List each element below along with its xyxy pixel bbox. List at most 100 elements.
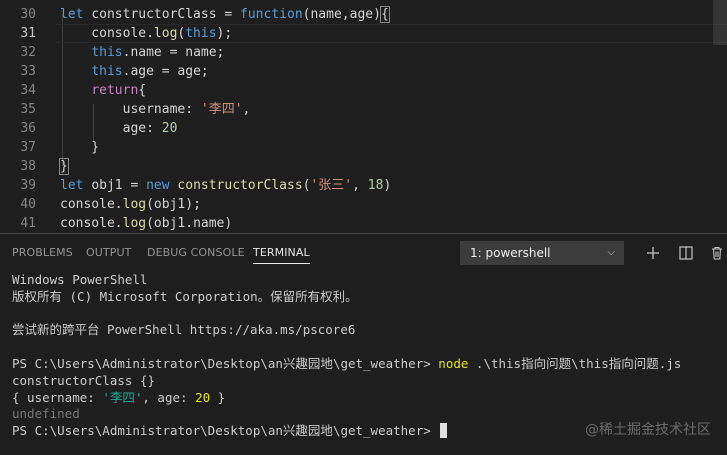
terminal-text: , age: bbox=[142, 389, 196, 405]
line-number: 39 bbox=[20, 178, 36, 193]
code-token: constructorClass bbox=[177, 178, 303, 193]
code-line[interactable]: 30 let constructorClass = function(name,a… bbox=[0, 5, 727, 24]
bracket-match: { bbox=[379, 6, 390, 23]
code-line[interactable]: 39 let obj1 = new constructorClass('张三', … bbox=[0, 176, 727, 195]
editor-scrollbar[interactable] bbox=[713, 0, 727, 45]
terminal-text: '李四' bbox=[102, 389, 143, 405]
code-token: this bbox=[185, 26, 217, 41]
line-number: 33 bbox=[20, 64, 36, 79]
code-line[interactable]: 33 this.age = age; bbox=[0, 62, 727, 81]
code-token: new bbox=[146, 178, 178, 193]
terminal-text: Windows PowerShell bbox=[12, 272, 148, 287]
plus-icon bbox=[647, 247, 659, 259]
code-line[interactable]: 38} bbox=[0, 157, 727, 176]
code-token: this bbox=[91, 45, 123, 60]
terminal-line: 尝试新的跨平台 PowerShell https://aka.ms/pscore… bbox=[12, 322, 712, 339]
code-text: this.age = age; bbox=[60, 62, 209, 81]
code-line[interactable]: 35 username: '李四', bbox=[0, 100, 727, 119]
terminal-text: { username: bbox=[12, 389, 103, 405]
code-token: } bbox=[59, 158, 69, 175]
code-token: 20 bbox=[161, 121, 178, 136]
code-token: constructorClass = bbox=[91, 7, 241, 22]
code-line[interactable]: 31 console.log(this); bbox=[0, 24, 727, 43]
terminal-cursor bbox=[440, 423, 448, 439]
code-token: ) bbox=[383, 178, 392, 193]
terminal-text: undefined bbox=[12, 406, 80, 422]
terminal-text: 尝试新的跨平台 PowerShell https://aka.ms/pscore… bbox=[12, 322, 356, 338]
code-token: age: bbox=[60, 121, 162, 136]
terminal-line: { username: '李四', age: 20 } bbox=[12, 390, 712, 407]
terminal-line: constructorClass {} bbox=[12, 373, 712, 390]
code-token: , bbox=[352, 178, 368, 193]
code-text: console.log(obj1); bbox=[60, 195, 201, 214]
code-line[interactable]: 41 console.log(obj1.name) bbox=[0, 214, 727, 233]
new-terminal-button[interactable] bbox=[641, 241, 665, 265]
split-terminal-icon bbox=[679, 246, 693, 260]
code-editor[interactable]: 30 let constructorClass = function(name,a… bbox=[0, 0, 727, 233]
code-token: .name = name; bbox=[122, 45, 225, 60]
trash-icon bbox=[712, 246, 722, 260]
code-line[interactable]: 34 return{ bbox=[0, 81, 727, 100]
code-token: log bbox=[122, 216, 147, 231]
watermark: @稀土掘金技术社区 bbox=[585, 422, 711, 438]
terminal-line: Windows PowerShell bbox=[12, 272, 712, 289]
code-text: console.log(this); bbox=[60, 24, 232, 43]
code-line[interactable]: 37 } bbox=[0, 138, 727, 157]
code-text: let obj1 = new constructorClass('张三', 18… bbox=[60, 176, 391, 195]
line-number: 38 bbox=[20, 159, 36, 174]
terminal-select-value: 1: powershell bbox=[470, 246, 551, 260]
code-text: let constructorClass = function(name,age… bbox=[60, 5, 390, 24]
code-token: this bbox=[91, 64, 123, 79]
code-token: (obj1); bbox=[146, 197, 201, 212]
tab-terminal[interactable]: TERMINAL bbox=[253, 234, 310, 271]
code-text: this.name = name; bbox=[60, 43, 224, 62]
code-token: return bbox=[91, 83, 139, 98]
code-token: '张三' bbox=[310, 178, 353, 193]
chevron-down-icon: ⌵ bbox=[607, 247, 615, 258]
terminal-text: .\this指向问题\this指向问题.js bbox=[468, 355, 682, 371]
tab-debug-console[interactable]: DEBUG CONSOLE bbox=[147, 234, 245, 271]
terminal-select[interactable]: 1: powershell ⌵ bbox=[460, 241, 624, 265]
terminal-text: 版权所有 (C) Microsoft Corporation。保留所有权利。 bbox=[12, 288, 358, 304]
line-number: 32 bbox=[20, 45, 36, 60]
terminal-line: 版权所有 (C) Microsoft Corporation。保留所有权利。 bbox=[12, 289, 712, 306]
code-token: { bbox=[138, 83, 147, 98]
split-terminal-button[interactable] bbox=[674, 241, 698, 265]
code-token: } bbox=[60, 140, 100, 155]
terminal-line: PS C:\Users\Administrator\Desktop\an兴趣园地… bbox=[12, 356, 712, 373]
code-token: let bbox=[60, 178, 92, 193]
code-text: username: '李四', bbox=[60, 100, 251, 119]
terminal-text: PS C:\Users\Administrator\Desktop\an兴趣园地… bbox=[12, 355, 439, 371]
line-number: 41 bbox=[20, 216, 36, 231]
line-number: 31 bbox=[20, 26, 36, 41]
code-token: console. bbox=[60, 197, 123, 212]
code-line[interactable]: 36 age: 20 bbox=[0, 119, 727, 138]
code-token: .age = age; bbox=[122, 64, 209, 79]
code-line[interactable]: 32 this.name = name; bbox=[0, 43, 727, 62]
terminal-text: node bbox=[438, 355, 469, 371]
code-token: log bbox=[122, 197, 147, 212]
terminal-text: } bbox=[210, 389, 226, 405]
code-text: } bbox=[60, 138, 99, 157]
line-number: 36 bbox=[20, 121, 36, 136]
line-number: 34 bbox=[20, 83, 36, 98]
code-text: return{ bbox=[60, 81, 146, 100]
code-token: let bbox=[60, 7, 92, 22]
tab-problems[interactable]: PROBLEMS bbox=[12, 234, 73, 271]
line-number: 30 bbox=[20, 7, 36, 22]
code-token: console. bbox=[60, 216, 123, 231]
code-token: ); bbox=[216, 26, 233, 41]
line-number: 37 bbox=[20, 140, 36, 155]
code-token: obj1 = bbox=[91, 178, 147, 193]
kill-terminal-button[interactable] bbox=[705, 241, 727, 265]
code-text: console.log(obj1.name) bbox=[60, 214, 232, 233]
tab-output[interactable]: OUTPUT bbox=[86, 234, 131, 271]
code-token: console. bbox=[60, 26, 154, 41]
code-line[interactable]: 40 console.log(obj1); bbox=[0, 195, 727, 214]
code-text: age: 20 bbox=[60, 119, 178, 138]
bottom-panel: PROBLEMS OUTPUT DEBUG CONSOLE TERMINAL 1… bbox=[0, 233, 727, 455]
